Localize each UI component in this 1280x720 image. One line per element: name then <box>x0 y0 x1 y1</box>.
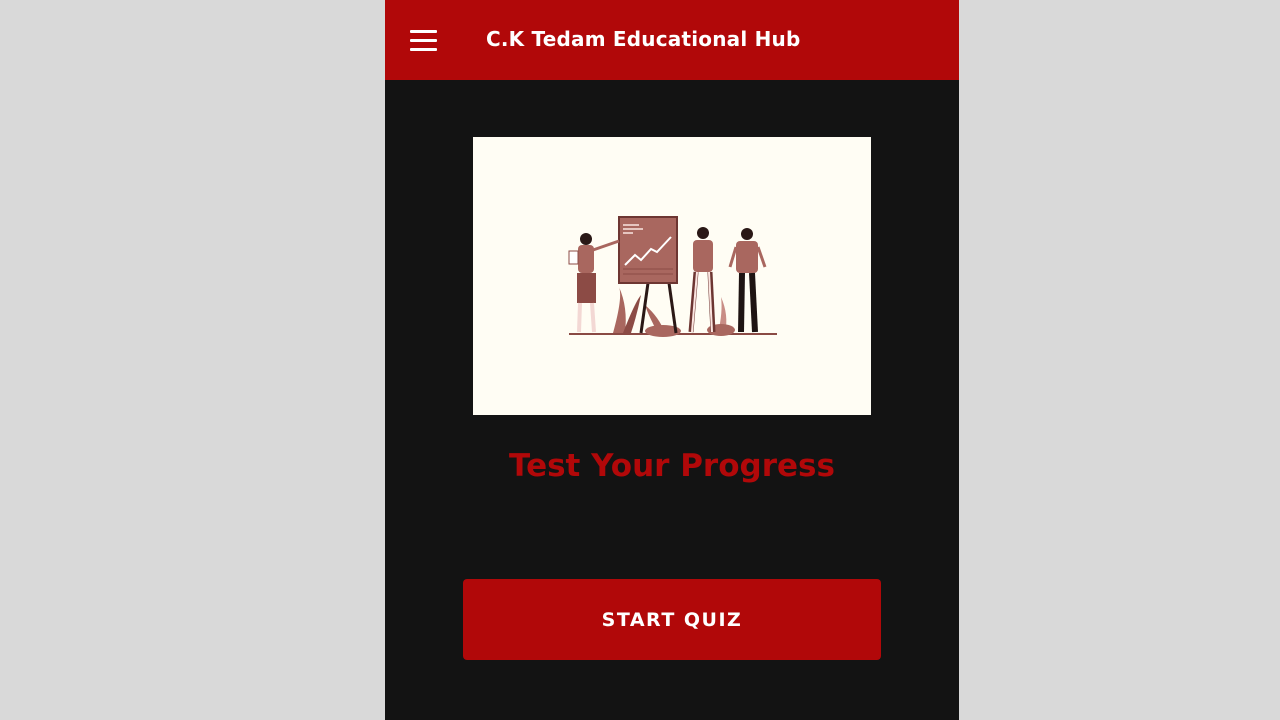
app-screen: C.K Tedam Educational Hub Test Your Prog… <box>385 0 959 720</box>
hamburger-menu-icon[interactable] <box>410 30 438 52</box>
presentation-chart-illustration <box>473 137 871 415</box>
app-bar: C.K Tedam Educational Hub <box>385 0 959 80</box>
start-quiz-button[interactable]: START QUIZ <box>463 579 881 660</box>
app-title: C.K Tedam Educational Hub <box>486 27 801 51</box>
page-heading: Test Your Progress <box>509 448 835 484</box>
illustration-graphic <box>568 216 777 337</box>
